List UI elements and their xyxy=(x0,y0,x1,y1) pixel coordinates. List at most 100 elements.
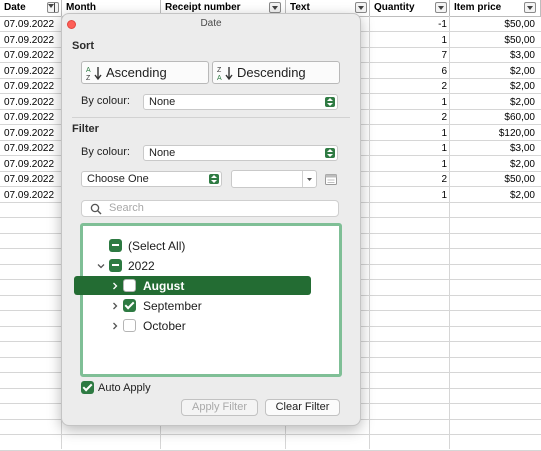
checkbox-mixed[interactable] xyxy=(109,239,122,252)
list-item-label: August xyxy=(143,279,185,293)
popover-title: Date xyxy=(200,18,222,29)
filter-button-item-price[interactable] xyxy=(524,2,536,13)
chevron-updown-icon xyxy=(209,174,219,184)
date-cell[interactable]: 07.09.2022 xyxy=(4,64,54,79)
item-price-cell[interactable]: $2,00 xyxy=(450,157,535,172)
item-price-cell[interactable]: $120,00 xyxy=(450,126,535,141)
list-item-august[interactable]: August xyxy=(110,276,320,296)
list-item-october[interactable]: October xyxy=(110,316,320,336)
filter-colour-value: None xyxy=(149,147,176,159)
item-price-cell[interactable]: $50,00 xyxy=(450,172,535,187)
filter-button-receipt[interactable] xyxy=(269,2,281,13)
sort-descending-button[interactable]: Z A Descending xyxy=(212,61,340,84)
chevron-updown-icon xyxy=(325,148,335,158)
checkbox-unchecked[interactable] xyxy=(123,279,136,292)
list-item-september[interactable]: September xyxy=(110,296,320,316)
item-price-cell[interactable]: $3,00 xyxy=(450,141,535,156)
quantity-cell[interactable]: 2 xyxy=(370,110,447,125)
list-item-label: September xyxy=(143,299,202,313)
item-price-cell[interactable]: $3,00 xyxy=(450,48,535,63)
list-item-label: October xyxy=(143,319,186,333)
sort-by-colour-label: By colour: xyxy=(81,95,130,107)
condition-value: Choose One xyxy=(87,173,149,185)
quantity-cell[interactable]: 7 xyxy=(370,48,447,63)
sort-az-icon: A Z xyxy=(86,67,102,81)
quantity-cell[interactable]: 6 xyxy=(370,64,447,79)
chevron-right-icon[interactable] xyxy=(110,281,120,291)
quantity-cell[interactable]: -1 xyxy=(370,17,447,32)
filter-heading: Filter xyxy=(72,123,99,135)
quantity-cell[interactable]: 1 xyxy=(370,126,447,141)
list-item-label: (Select All) xyxy=(128,239,186,253)
apply-filter-button[interactable]: Apply Filter xyxy=(181,399,258,416)
svg-text:Z: Z xyxy=(217,67,222,74)
quantity-cell[interactable]: 1 xyxy=(370,33,447,48)
combo-arrow[interactable] xyxy=(302,171,316,187)
checkbox-checked[interactable] xyxy=(123,299,136,312)
quantity-cell[interactable]: 1 xyxy=(370,157,447,172)
item-price-cell[interactable]: $2,00 xyxy=(450,64,535,79)
column-label-text: Text xyxy=(290,2,310,13)
item-price-cell[interactable]: $2,00 xyxy=(450,188,535,203)
column-header-quantity[interactable]: Quantity xyxy=(370,0,450,16)
filter-colour-select[interactable]: None xyxy=(143,145,338,161)
item-price-cell[interactable]: $50,00 xyxy=(450,33,535,48)
quantity-cell[interactable]: 2 xyxy=(370,172,447,187)
date-cell[interactable]: 07.09.2022 xyxy=(4,48,54,63)
chevron-down-icon[interactable] xyxy=(96,261,106,271)
quantity-cell[interactable]: 1 xyxy=(370,95,447,110)
date-cell[interactable]: 07.09.2022 xyxy=(4,110,54,125)
filter-by-colour-label: By colour: xyxy=(81,146,130,158)
filter-button-date[interactable] xyxy=(47,2,59,13)
clear-filter-button[interactable]: Clear Filter xyxy=(265,399,340,416)
date-cell[interactable]: 07.09.2022 xyxy=(4,141,54,156)
chevron-down-icon xyxy=(307,178,312,181)
auto-apply-label: Auto Apply xyxy=(98,382,151,394)
auto-apply-option[interactable]: Auto Apply xyxy=(81,380,201,396)
date-cell[interactable]: 07.09.2022 xyxy=(4,172,54,187)
column-label-date: Date xyxy=(4,2,26,13)
calendar-button[interactable] xyxy=(324,172,338,186)
date-cell[interactable]: 07.09.2022 xyxy=(4,126,54,141)
date-cell[interactable]: 07.09.2022 xyxy=(4,188,54,203)
date-cell[interactable]: 07.09.2022 xyxy=(4,17,54,32)
chevron-updown-icon xyxy=(325,97,335,107)
date-cell[interactable]: 07.09.2022 xyxy=(4,157,54,172)
svg-text:A: A xyxy=(86,67,91,74)
sort-za-icon: Z A xyxy=(217,67,233,81)
chevron-right-icon[interactable] xyxy=(110,321,120,331)
auto-apply-checkbox[interactable] xyxy=(81,381,94,394)
item-price-cell[interactable]: $60,00 xyxy=(450,110,535,125)
item-price-cell[interactable]: $50,00 xyxy=(450,17,535,32)
filter-button-text[interactable] xyxy=(355,2,367,13)
list-item-label: 2022 xyxy=(128,259,155,273)
ascending-label: Ascending xyxy=(106,65,167,80)
checkbox-unchecked[interactable] xyxy=(123,319,136,332)
search-field[interactable]: Search xyxy=(81,200,339,217)
quantity-cell[interactable]: 1 xyxy=(370,188,447,203)
condition-select[interactable]: Choose One xyxy=(81,171,222,187)
filter-button-quantity[interactable] xyxy=(435,2,447,13)
column-header-item-price[interactable]: Item price xyxy=(450,0,541,16)
calendar-icon xyxy=(325,174,337,185)
sort-colour-value: None xyxy=(149,96,176,108)
date-cell[interactable]: 07.09.2022 xyxy=(4,33,54,48)
list-item-year[interactable]: 2022 xyxy=(96,256,326,276)
column-label-month: Month xyxy=(66,2,96,13)
column-label-item-price: Item price xyxy=(454,2,502,13)
item-price-cell[interactable]: $2,00 xyxy=(450,79,535,94)
column-label-quantity: Quantity xyxy=(374,2,415,13)
date-cell[interactable]: 07.09.2022 xyxy=(4,79,54,94)
quantity-cell[interactable]: 2 xyxy=(370,79,447,94)
sort-ascending-button[interactable]: A Z Ascending xyxy=(81,61,209,84)
checkbox-mixed[interactable] xyxy=(109,259,122,272)
search-icon xyxy=(90,203,102,215)
quantity-cell[interactable]: 1 xyxy=(370,141,447,156)
condition-value-combobox[interactable] xyxy=(231,170,317,188)
sort-colour-select[interactable]: None xyxy=(143,94,338,110)
column-header-date[interactable]: Date xyxy=(0,0,62,16)
list-item-select-all[interactable]: (Select All) xyxy=(109,236,329,256)
item-price-cell[interactable]: $2,00 xyxy=(450,95,535,110)
chevron-right-icon[interactable] xyxy=(110,301,120,311)
date-cell[interactable]: 07.09.2022 xyxy=(4,95,54,110)
